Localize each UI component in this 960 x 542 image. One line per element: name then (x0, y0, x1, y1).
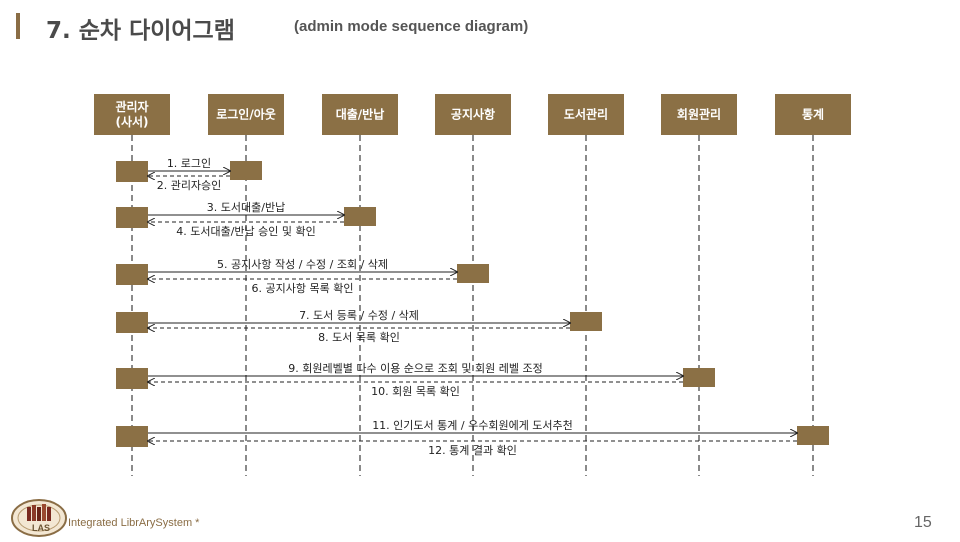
activation-admin-4 (116, 312, 148, 333)
message-label-4: 4. 도서대출/반납 승인 및 확인 (176, 225, 316, 238)
message-label-6: 6. 공지사항 목록 확인 (252, 282, 354, 295)
lifeline-label-4: 도서관리 (564, 107, 608, 122)
message-label-10: 10. 회원 목록 확인 (371, 385, 460, 398)
activation-4 (570, 312, 602, 331)
svg-text:LAS: LAS (32, 523, 50, 533)
activation-3 (457, 264, 489, 283)
message-label-9: 9. 회원레벨별 다수 이용 순으로 조회 및 회원 레벨 조정 (288, 362, 542, 375)
lifeline-label-2: 대출/반납 (336, 107, 385, 122)
activation-6 (797, 426, 829, 445)
activation-2 (344, 207, 376, 226)
message-label-5: 5. 공지사항 작성 / 수정 / 조회 / 삭제 (217, 258, 388, 271)
sequence-diagram: 1. 로그인 2. 관리자승인 3. 도서대출/반납 4. 도서대출/반납 승인 및 … (94, 94, 851, 476)
message-label-12: 12. 통계 결과 확인 (428, 444, 517, 457)
las-logo: LAS (10, 498, 68, 542)
lifeline-label-5: 회원관리 (677, 107, 721, 122)
activation-1 (230, 161, 262, 180)
message-label-8: 8. 도서 목록 확인 (318, 331, 400, 344)
message-label-3: 3. 도서대출/반납 (207, 201, 285, 214)
message-label-11: 11. 인기도서 통계 / 우수회원에게 도서추천 (372, 418, 573, 432)
message-label-1: 1. 로그인 (167, 157, 211, 170)
activation-admin-3 (116, 264, 148, 285)
activation-admin-6 (116, 426, 148, 447)
activation-admin-5 (116, 368, 148, 389)
lifeline-label-3: 공지사항 (451, 107, 495, 122)
activation-admin-1 (116, 161, 148, 182)
lifeline-label-1: 로그인/아웃 (216, 107, 276, 122)
activation-admin-2 (116, 207, 148, 228)
page-number: 15 (914, 514, 932, 531)
footer-brand: Integrated LibrArySystem * (68, 517, 200, 529)
message-label-2: 2. 관리자승인 (157, 179, 222, 192)
message-label-7: 7. 도서 등록 / 수정 / 삭제 (299, 309, 419, 322)
lifeline-label-6: 통계 (802, 107, 824, 122)
activation-5 (683, 368, 715, 387)
